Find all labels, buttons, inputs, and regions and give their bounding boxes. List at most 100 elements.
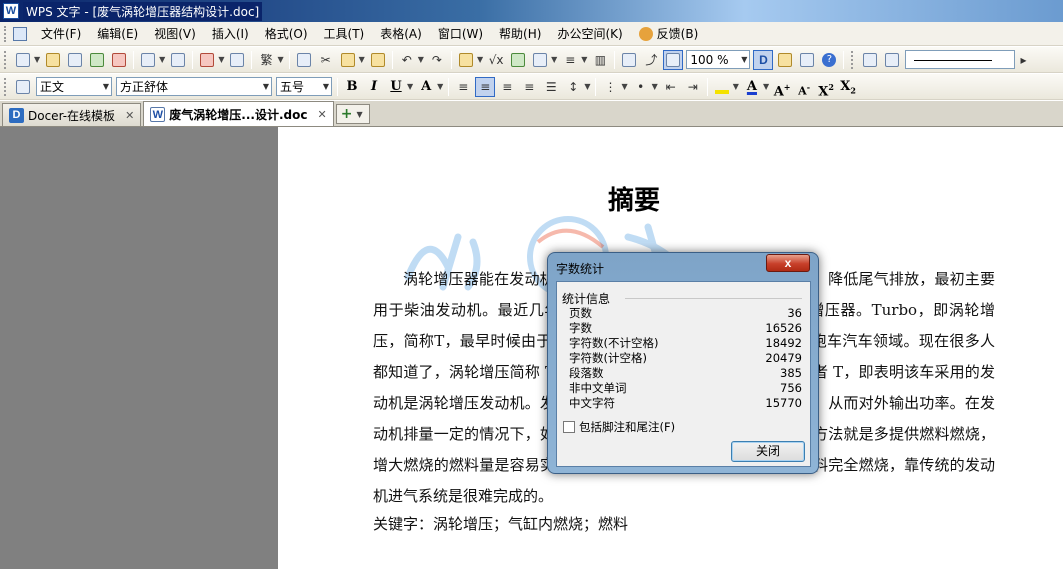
form-icon[interactable] xyxy=(882,50,902,70)
toolbar-grip-icon[interactable] xyxy=(4,50,8,69)
numbering-dropdown-icon[interactable]: ▼ xyxy=(621,82,627,91)
grow-font-icon[interactable]: A+ xyxy=(772,77,792,99)
insert-dropdown-icon[interactable]: ▼ xyxy=(218,55,224,64)
include-footnotes-checkbox[interactable]: 包括脚注和尾注(F) xyxy=(563,419,675,435)
bold-icon[interactable]: B xyxy=(342,77,362,97)
shirt-icon[interactable] xyxy=(797,50,817,70)
export-pdf-icon[interactable] xyxy=(109,50,129,70)
line-spacing-icon[interactable]: ↕ xyxy=(563,77,583,97)
convert-dropdown-icon[interactable]: ▼ xyxy=(277,55,283,64)
menu-file[interactable]: 文件(F) xyxy=(33,23,89,45)
style-select[interactable]: 正文 ▼ xyxy=(36,77,112,96)
menu-tools[interactable]: 工具(T) xyxy=(316,23,373,45)
align-left-icon[interactable]: ≡ xyxy=(453,77,473,97)
menu-window[interactable]: 窗口(W) xyxy=(430,23,491,45)
traditional-chinese-icon[interactable]: 繁 xyxy=(256,50,276,70)
toolbar-grip-icon[interactable] xyxy=(4,77,8,96)
bullet-list-icon[interactable]: • xyxy=(631,77,651,97)
redo-icon[interactable]: ↷ xyxy=(427,50,447,70)
toolbar-options-icon[interactable]: ▸ xyxy=(1014,50,1034,70)
highlight-dropdown-icon[interactable]: ▼ xyxy=(733,82,739,91)
underline-icon[interactable]: U xyxy=(386,77,406,97)
tab-docer-templates[interactable]: D Docer-在线模板 ✕ xyxy=(2,103,142,126)
menu-office-space[interactable]: 办公空间(K) xyxy=(549,23,630,45)
new-document-icon[interactable] xyxy=(13,50,33,70)
new-tab-button[interactable]: + ▼ xyxy=(335,104,370,124)
line-style-select[interactable] xyxy=(905,50,1016,69)
menu-insert[interactable]: 插入(I) xyxy=(204,23,257,45)
menu-view[interactable]: 视图(V) xyxy=(146,23,204,45)
paste-icon[interactable] xyxy=(338,50,358,70)
shrink-font-icon[interactable]: A- xyxy=(794,77,814,98)
help-icon[interactable]: ? xyxy=(819,50,839,70)
chart-icon[interactable]: ▥ xyxy=(590,50,610,70)
close-icon[interactable]: ✕ xyxy=(317,108,326,121)
columns-icon[interactable]: ≡ xyxy=(560,50,580,70)
table-dropdown-icon[interactable]: ▼ xyxy=(477,55,483,64)
close-button[interactable]: 关闭 xyxy=(731,441,805,462)
bullet-dropdown-icon[interactable]: ▼ xyxy=(652,82,658,91)
font-color-icon[interactable]: A xyxy=(742,77,762,97)
table-icon[interactable] xyxy=(456,50,476,70)
decrease-indent-icon[interactable]: ⇤ xyxy=(661,77,681,97)
app-menu-icon[interactable] xyxy=(13,26,27,41)
highlight-icon[interactable] xyxy=(712,77,732,97)
page-view-icon[interactable] xyxy=(663,49,684,70)
print-preview-icon[interactable] xyxy=(168,50,188,70)
effect-dropdown-icon[interactable]: ▼ xyxy=(437,82,443,91)
send-mail-icon[interactable] xyxy=(87,50,107,70)
text-effect-icon[interactable]: A xyxy=(416,77,436,97)
dialog-close-button[interactable]: x xyxy=(766,254,810,272)
menu-feedback[interactable]: 反馈(B) xyxy=(655,23,707,45)
gift-icon[interactable] xyxy=(775,50,795,70)
paste-dropdown-icon[interactable]: ▼ xyxy=(359,55,365,64)
subscript-icon[interactable]: X2 xyxy=(838,77,858,97)
print-icon[interactable] xyxy=(138,50,158,70)
drawing-icon[interactable] xyxy=(860,50,880,70)
underline-dropdown-icon[interactable]: ▼ xyxy=(407,82,413,91)
save-icon[interactable] xyxy=(65,50,85,70)
distribute-icon[interactable]: ☰ xyxy=(541,77,561,97)
feedback-icon[interactable] xyxy=(638,26,653,41)
menu-edit[interactable]: 编辑(E) xyxy=(89,23,146,45)
show-marks-icon[interactable]: ⤴ xyxy=(641,50,661,70)
undo-icon[interactable]: ↶ xyxy=(397,50,417,70)
tab-current-document[interactable]: W 废气涡轮增压...设计.doc ✕ xyxy=(143,101,334,126)
toolbar-grip-icon[interactable] xyxy=(851,50,855,69)
cut-icon[interactable]: ✂ xyxy=(316,50,336,70)
styles-pane-icon[interactable] xyxy=(13,77,33,97)
close-icon[interactable]: ✕ xyxy=(125,109,134,122)
spacing-dropdown-icon[interactable]: ▼ xyxy=(584,82,590,91)
font-select[interactable]: 方正舒体 ▼ xyxy=(116,77,272,96)
insert-icon[interactable] xyxy=(197,50,217,70)
undo-dropdown-icon[interactable]: ▼ xyxy=(418,55,424,64)
new-dropdown-icon[interactable]: ▼ xyxy=(34,55,40,64)
format-painter-icon[interactable] xyxy=(368,50,388,70)
superscript-icon[interactable]: X2 xyxy=(816,77,836,99)
table-grid-icon[interactable] xyxy=(530,50,550,70)
open-folder-icon[interactable] xyxy=(43,50,63,70)
menu-table[interactable]: 表格(A) xyxy=(372,23,430,45)
columns-dropdown-icon[interactable]: ▼ xyxy=(581,55,587,64)
checkbox-box[interactable] xyxy=(563,421,575,433)
italic-icon[interactable]: I xyxy=(364,77,384,97)
menubar-grip-icon[interactable] xyxy=(4,25,10,42)
formula-icon[interactable]: √x xyxy=(486,50,506,70)
align-right-icon[interactable]: ≡ xyxy=(497,77,517,97)
font-size-select[interactable]: 五号 ▼ xyxy=(276,77,332,96)
grid-dropdown-icon[interactable]: ▼ xyxy=(551,55,557,64)
zoom-select[interactable]: 100 % ▼ xyxy=(686,50,751,69)
print-dropdown-icon[interactable]: ▼ xyxy=(159,55,165,64)
document-map-icon[interactable] xyxy=(619,50,639,70)
justify-icon[interactable]: ≡ xyxy=(519,77,539,97)
font-color-dropdown-icon[interactable]: ▼ xyxy=(763,82,769,91)
increase-indent-icon[interactable]: ⇥ xyxy=(683,77,703,97)
copy-icon[interactable] xyxy=(294,50,314,70)
menu-format[interactable]: 格式(O) xyxy=(257,23,316,45)
align-center-icon[interactable]: ≡ xyxy=(475,76,496,97)
hyperlink-icon[interactable] xyxy=(508,50,528,70)
docer-icon[interactable]: D xyxy=(753,49,774,70)
menu-help[interactable]: 帮助(H) xyxy=(491,23,549,45)
split-icon[interactable] xyxy=(227,50,247,70)
numbered-list-icon[interactable]: ⋮ xyxy=(600,77,620,97)
